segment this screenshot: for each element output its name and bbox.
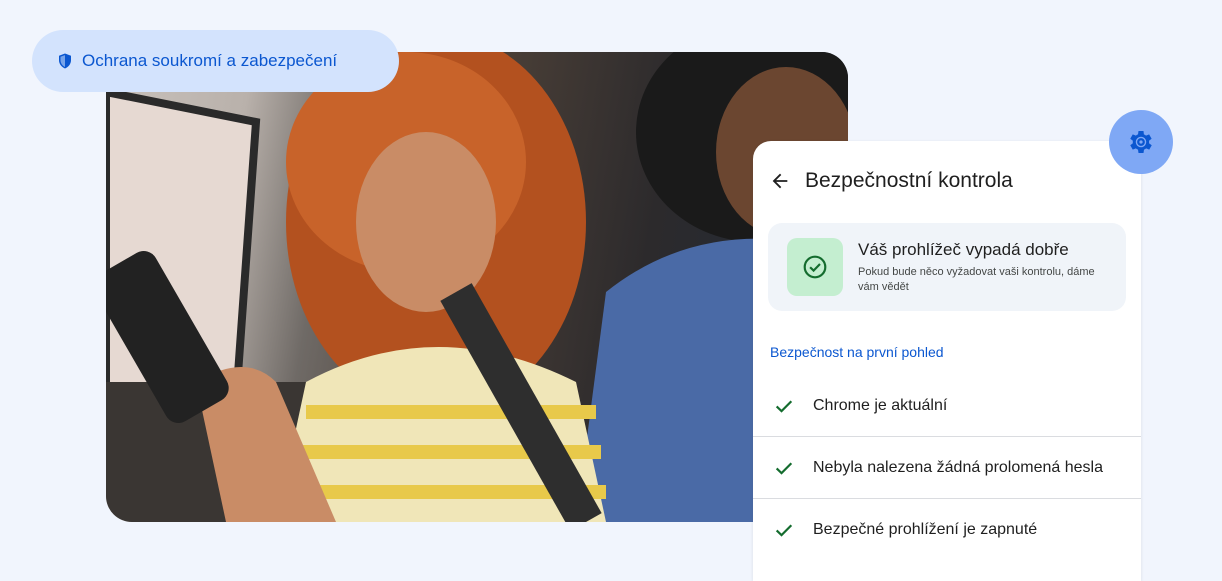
status-card: Váš prohlížeč vypadá dobře Pokud bude ně…	[768, 223, 1126, 311]
list-item-safe-browsing[interactable]: Bezpečné prohlížení je zapnuté	[753, 499, 1141, 560]
status-title: Váš prohlížeč vypadá dobře	[858, 240, 1069, 259]
hero-photo	[106, 52, 848, 522]
check-icon	[775, 523, 793, 537]
list-item-label: Nebyla nalezena žádná prolomená hesla	[813, 458, 1103, 476]
shield-icon	[59, 53, 71, 69]
gear-icon	[1130, 131, 1152, 153]
panel-header: Bezpečnostní kontrola	[769, 167, 1013, 195]
section-heading: Bezpečnost na první pohled	[770, 344, 944, 360]
page-title: Bezpečnostní kontrola	[805, 169, 1013, 192]
settings-button[interactable]	[1109, 110, 1173, 174]
list-item-passwords[interactable]: Nebyla nalezena žádná prolomená hesla	[753, 437, 1141, 498]
safety-check-panel: Bezpečnostní kontrola Váš prohlížeč vypa…	[753, 141, 1141, 581]
privacy-security-label: Ochrana soukromí a zabezpečení	[82, 51, 338, 70]
arrow-back-icon[interactable]	[769, 170, 791, 192]
check-icon	[775, 399, 793, 413]
list-item-label: Bezpečné prohlížení je zapnuté	[813, 520, 1038, 538]
check-circle-icon	[803, 255, 827, 279]
list-item-label: Chrome je aktuální	[813, 396, 948, 414]
status-description: Pokud bude něco vyžadovat vaši kontrolu,…	[858, 266, 1095, 293]
check-icon	[775, 461, 793, 475]
list-item-chrome-updated[interactable]: Chrome je aktuální	[753, 375, 1141, 436]
status-icon-box	[787, 238, 843, 296]
hero-photo-illustration	[106, 52, 848, 522]
privacy-security-badge: Ochrana soukromí a zabezpečení	[32, 30, 399, 92]
